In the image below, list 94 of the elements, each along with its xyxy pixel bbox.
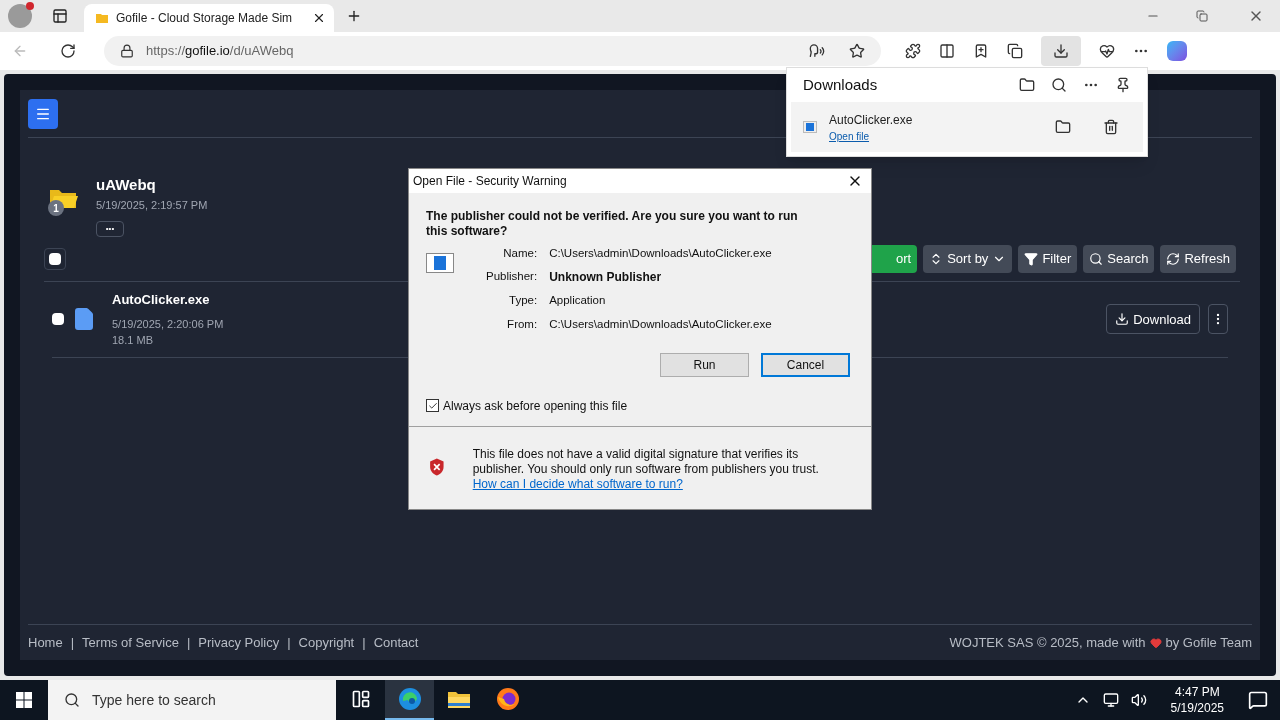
field-value: C:\Users\admin\Downloads\AutoClicker.exe xyxy=(549,316,772,332)
more-options-button[interactable]: ••• xyxy=(96,221,124,237)
footer-link[interactable]: Terms of Service xyxy=(82,632,179,653)
favorite-star-icon[interactable] xyxy=(849,43,865,59)
folder-date: 5/19/2025, 2:19:57 PM xyxy=(96,197,208,213)
filter-icon xyxy=(1024,252,1039,266)
notifications-icon[interactable] xyxy=(1248,690,1268,710)
copilot-icon[interactable] xyxy=(1167,41,1187,61)
application-icon xyxy=(426,253,454,273)
footer-link[interactable]: Privacy Policy xyxy=(198,632,280,653)
refresh-icon xyxy=(1166,252,1181,266)
file-name[interactable]: AutoClicker.exe xyxy=(112,290,224,310)
task-view-icon xyxy=(350,689,371,709)
windows-logo-icon xyxy=(16,692,32,708)
lock-icon xyxy=(120,44,134,58)
field-label: From: xyxy=(506,316,538,332)
credit-text: WOJTEK SAS © 2025, made with xyxy=(949,633,1146,652)
tab-title: Gofile - Cloud Storage Made Sim xyxy=(116,10,294,27)
folder-icon[interactable] xyxy=(1019,77,1035,93)
clock-time[interactable]: 4:47 PM xyxy=(1174,684,1220,700)
split-screen-icon[interactable] xyxy=(939,43,955,59)
reload-icon[interactable] xyxy=(60,43,76,59)
separator: | xyxy=(70,633,75,652)
folder-name: uAWebq xyxy=(96,175,157,195)
help-link[interactable]: How can I decide what software to run? xyxy=(472,476,851,492)
download-item[interactable]: AutoClicker.exe Open file xyxy=(791,102,1143,152)
pin-icon[interactable] xyxy=(1115,77,1131,93)
browser-tab[interactable]: Gofile - Cloud Storage Made Sim xyxy=(84,4,334,32)
taskbar-search-field[interactable]: Type here to search xyxy=(48,680,336,720)
volume-icon[interactable] xyxy=(1130,692,1147,708)
menu-button[interactable] xyxy=(28,98,58,129)
favorites-icon[interactable] xyxy=(973,43,989,59)
download-icon xyxy=(1053,43,1069,59)
extensions-icon[interactable] xyxy=(905,43,921,59)
downloads-title: Downloads xyxy=(803,74,879,95)
separator: | xyxy=(186,633,191,652)
exe-icon xyxy=(803,121,817,133)
download-button[interactable]: Download xyxy=(1106,304,1200,335)
footer-link[interactable]: Copyright xyxy=(298,632,355,653)
file-date: 5/19/2025, 2:20:06 PM xyxy=(112,316,224,332)
select-all-checkbox[interactable] xyxy=(49,253,61,265)
delete-icon[interactable] xyxy=(1103,119,1119,135)
restore-icon[interactable] xyxy=(1196,10,1208,22)
footer-link[interactable]: Home xyxy=(28,632,63,653)
separator: | xyxy=(287,633,291,652)
download-file-name: AutoClicker.exe xyxy=(829,111,914,129)
taskbar-app[interactable] xyxy=(385,680,434,720)
field-value: C:\Users\admin\Downloads\AutoClicker.exe xyxy=(549,246,772,261)
checkbox-label[interactable]: Always ask before opening this file xyxy=(443,396,628,415)
profile-avatar[interactable] xyxy=(8,4,32,28)
dialog-title: Open File - Security Warning xyxy=(413,173,568,190)
folder-favicon xyxy=(96,13,108,23)
field-label: Publisher: xyxy=(486,269,538,285)
show-in-folder-icon[interactable] xyxy=(1055,119,1071,135)
separator: | xyxy=(362,633,366,652)
open-file-link[interactable]: Open file xyxy=(829,128,1055,144)
heart-icon xyxy=(1149,636,1162,649)
file-icon xyxy=(72,307,96,332)
field-label: Name: xyxy=(502,246,538,261)
field-value: Application xyxy=(549,293,607,309)
dialog-heading: The publisher could not be verified. Are you sure you want to run this software? xyxy=(426,209,799,239)
url-text: https://gofile.io/d/uAWebq xyxy=(146,42,295,61)
refresh-button[interactable]: Refresh xyxy=(1160,245,1236,273)
check-icon xyxy=(427,400,438,411)
clock-date[interactable]: 5/19/2025 xyxy=(1170,700,1224,716)
close-tab-icon[interactable] xyxy=(312,11,326,25)
downloads-button[interactable] xyxy=(1041,36,1081,66)
firefox-icon xyxy=(495,687,520,711)
footer-link[interactable]: Contact xyxy=(373,632,419,653)
browser-essentials-icon[interactable] xyxy=(1099,43,1115,59)
always-ask-checkbox[interactable] xyxy=(426,399,439,413)
network-icon[interactable] xyxy=(1102,692,1119,708)
field-value: Unknown Publisher xyxy=(549,269,663,287)
search-icon xyxy=(64,692,80,708)
dialog-button[interactable]: Cancel xyxy=(761,352,850,377)
filter-button[interactable]: Filter xyxy=(1018,245,1078,273)
search-icon[interactable] xyxy=(1051,77,1067,93)
dialog-button[interactable]: Run xyxy=(660,352,749,377)
speech-icon[interactable] xyxy=(809,43,825,59)
search-button[interactable]: Search xyxy=(1083,245,1155,273)
new-tab-icon[interactable] xyxy=(346,8,362,24)
folder-icon xyxy=(446,689,471,709)
tab-actions-icon[interactable] xyxy=(52,8,68,24)
field-label: Type: xyxy=(508,293,538,309)
collections-icon[interactable] xyxy=(1007,43,1023,59)
download-icon xyxy=(1115,312,1130,327)
browser-icon xyxy=(397,687,422,711)
file-checkbox[interactable] xyxy=(52,313,64,326)
address-field[interactable]: https://gofile.io/d/uAWebq xyxy=(104,36,881,66)
file-size: 18.1 MB xyxy=(112,333,154,348)
sort-button[interactable]: Sort by xyxy=(923,245,1013,273)
search-icon xyxy=(1089,252,1104,266)
warning-text: This file does not have a valid digital signature that verifies its publisher. You should only run software from publishers you trust. xyxy=(472,446,820,477)
credit-text: by Gofile Team xyxy=(1165,633,1252,652)
